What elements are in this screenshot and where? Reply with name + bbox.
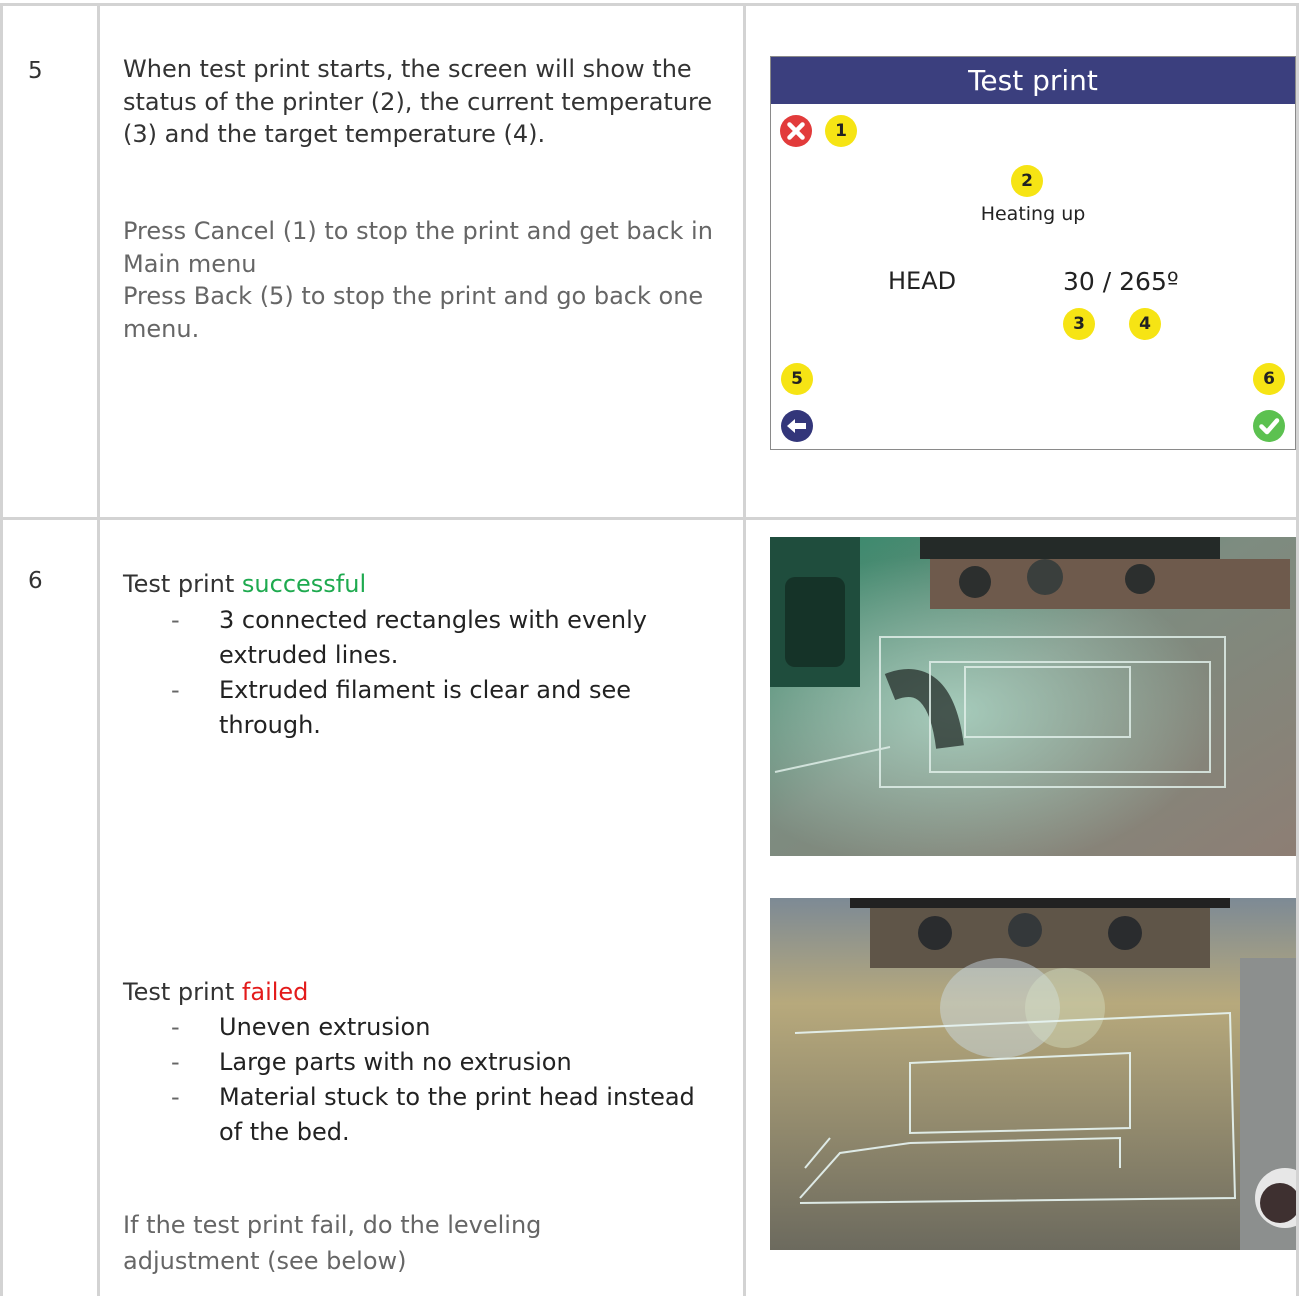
printer-status: Heating up	[980, 203, 1086, 225]
row-divider	[0, 517, 1299, 520]
callout-4: 4	[1129, 308, 1161, 340]
bullet-text: Extruded filament is clear and see throu…	[219, 676, 632, 739]
bullet-marker: -	[171, 1048, 180, 1076]
failed-print-photo	[770, 898, 1296, 1250]
bullet-marker: -	[171, 1013, 180, 1041]
device-screen: Test print 1 2 Heating up HEAD 30 / 265º…	[770, 56, 1296, 450]
step-number-6: 6	[28, 568, 43, 594]
success-status: successful	[241, 570, 367, 598]
head-label: HEAD	[888, 267, 957, 295]
failure-heading: Test print failed	[123, 977, 308, 1007]
bullet-text: Material stuck to the print head instead…	[219, 1083, 695, 1146]
bullet-text: 3 connected rectangles with evenly extru…	[219, 606, 647, 669]
step-5-instructions: Press Cancel (1) to stop the print and g…	[123, 217, 713, 343]
bullet-marker: -	[171, 676, 180, 704]
table-top-border	[0, 3, 1299, 6]
step-5-description: When test print starts, the screen will …	[123, 55, 713, 148]
screen-title: Test print	[771, 57, 1295, 104]
close-circle-icon[interactable]	[779, 114, 813, 148]
table-left-border	[0, 3, 3, 1296]
failure-heading-prefix: Test print	[123, 978, 242, 1006]
failure-note: If the test print fail, do the leveling …	[123, 1211, 542, 1275]
callout-5: 5	[781, 363, 813, 395]
bullet-marker: -	[171, 606, 180, 634]
step-number-5: 5	[28, 58, 43, 84]
check-circle-icon[interactable]	[1252, 409, 1286, 443]
head-temperature: 30 / 265º	[1063, 267, 1179, 296]
bullet-text: Uneven extrusion	[219, 1013, 431, 1041]
callout-1: 1	[825, 115, 857, 147]
column-divider-2	[743, 3, 746, 1296]
success-heading: Test print successful	[123, 569, 366, 599]
arrow-left-circle-icon[interactable]	[780, 409, 814, 443]
bullet-marker: -	[171, 1083, 180, 1111]
column-divider-1	[97, 3, 100, 1296]
callout-2: 2	[1011, 165, 1043, 197]
successful-print-photo	[770, 537, 1296, 856]
callout-3: 3	[1063, 308, 1095, 340]
callout-6: 6	[1253, 363, 1285, 395]
success-heading-prefix: Test print	[123, 570, 242, 598]
instruction-table: 5 When test print starts, the screen wil…	[0, 0, 1299, 1296]
failure-status: failed	[241, 978, 309, 1006]
bullet-text: Large parts with no extrusion	[219, 1048, 572, 1076]
